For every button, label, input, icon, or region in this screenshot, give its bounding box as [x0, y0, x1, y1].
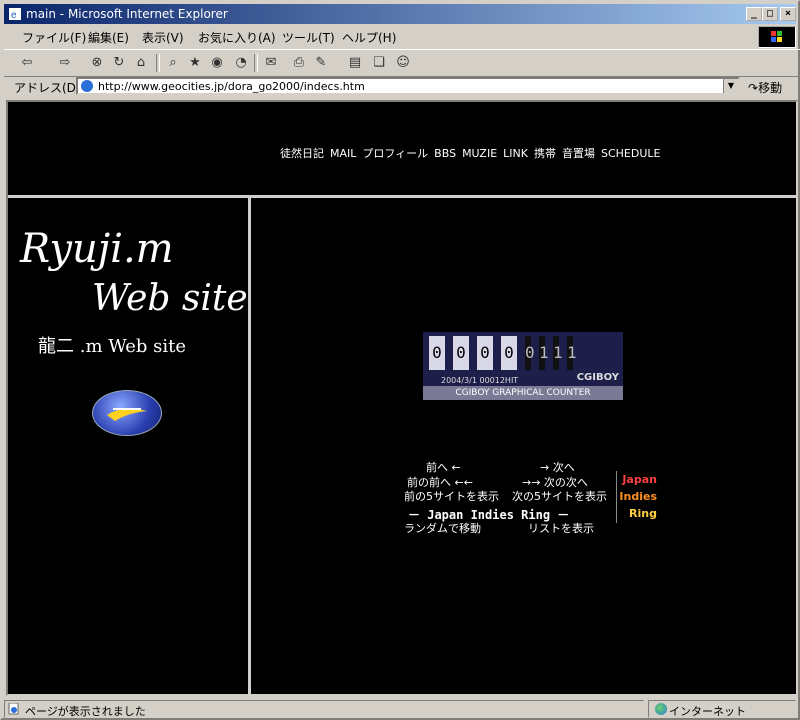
counter-digit: 1	[567, 336, 577, 370]
logo-line2: Web site	[92, 278, 246, 319]
ring-random-link[interactable]: ランダムで移動	[404, 520, 481, 536]
nav-link-muzie[interactable]: MUZIE	[462, 147, 497, 160]
browser-window: e main - Microsoft Internet Explorer _ □…	[0, 0, 800, 720]
mail-icon[interactable]: ✉	[262, 54, 280, 72]
counter-digit: 0	[477, 336, 493, 370]
nav-link-schedule[interactable]: SCHEDULE	[601, 147, 661, 160]
counter-digits: 00000111	[429, 336, 581, 370]
counter-info: 2004/3/1 00012HIT	[441, 376, 519, 385]
print-icon[interactable]: ⎙	[290, 54, 308, 72]
ring-next-link[interactable]: → 次へ	[540, 459, 575, 475]
ring-prev-link[interactable]: 前へ ←	[426, 459, 461, 475]
menu-view[interactable]: 表示(V)	[142, 29, 184, 46]
ring-badge-line: Indies	[619, 490, 657, 503]
counter-digit: 1	[539, 336, 549, 370]
nav-link-mobile[interactable]: 携帯	[534, 147, 556, 160]
address-bar: アドレス(D) http://www.geocities.jp/dora_go2…	[4, 75, 800, 99]
counter-brand: CGIBOY	[576, 372, 619, 383]
go-label: 移動	[758, 81, 783, 95]
top-nav: 徒然日記 MAIL プロフィール BBS MUZIE LINK 携帯 音置場 SCHEDULE	[280, 145, 666, 161]
maximize-button[interactable]: □	[762, 7, 778, 21]
toolbar-separator	[254, 54, 258, 72]
close-button[interactable]: ×	[780, 7, 796, 21]
status-panel: ページが表示されました	[4, 700, 644, 718]
ring-list-link[interactable]: リストを表示	[528, 520, 594, 536]
history-icon[interactable]: ◔	[232, 54, 250, 72]
ring-badge-line: Japan	[622, 473, 657, 486]
nav-link-profile[interactable]: プロフィール	[362, 147, 428, 160]
messenger-icon[interactable]: ☺	[394, 54, 412, 72]
zone-panel: インターネット	[648, 700, 796, 718]
address-label: アドレス(D)	[14, 81, 81, 95]
go-button[interactable]: ↷移動	[748, 79, 782, 96]
search-icon[interactable]: ⌕	[164, 54, 182, 72]
refresh-icon[interactable]: ↻	[110, 54, 128, 72]
toolbar-separator	[156, 54, 160, 72]
globe-icon	[655, 703, 667, 715]
menu-file[interactable]: ファイル(F)	[22, 29, 86, 46]
counter-digit: 0	[453, 336, 469, 370]
page-done-icon	[8, 703, 19, 715]
counter-digit: 0	[501, 336, 517, 370]
stop-icon[interactable]: ⊗	[88, 54, 106, 72]
nav-link-diary[interactable]: 徒然日記	[280, 147, 324, 160]
toolbar: ⇦ ⇨ ⊗ ↻ ⌂ ⌕ ★ ◉ ◔ ✉ ⎙ ✎ ▤ ❏ ☺	[4, 49, 800, 77]
top-frame: 徒然日記 MAIL プロフィール BBS MUZIE LINK 携帯 音置場 SCHEDULE	[8, 102, 796, 198]
counter-digit: 0	[429, 336, 445, 370]
menu-help[interactable]: ヘルプ(H)	[342, 29, 396, 46]
ie-icon: e	[9, 8, 21, 21]
nav-link-mail[interactable]: MAIL	[330, 147, 356, 160]
ring-prev5-link[interactable]: 前の5サイトを表示	[404, 488, 499, 504]
home-icon[interactable]: ⌂	[132, 54, 150, 72]
nav-link-bbs[interactable]: BBS	[434, 147, 456, 160]
counter-digit: 1	[553, 336, 563, 370]
back-icon[interactable]: ⇦	[18, 54, 36, 72]
favorites-icon[interactable]: ★	[186, 54, 204, 72]
right-frame	[251, 198, 796, 694]
counter-digit: 0	[525, 336, 535, 370]
windows-logo-icon	[758, 26, 796, 48]
ring-next5-link[interactable]: 次の5サイトを表示	[512, 488, 607, 504]
forward-icon[interactable]: ⇨	[56, 54, 74, 72]
menu-favorites[interactable]: お気に入り(A)	[198, 29, 276, 46]
menu-bar: ファイル(F) 編集(E) 表示(V) お気に入り(A) ツール(T) ヘルプ(…	[4, 26, 756, 48]
page-icon	[81, 80, 93, 92]
research-icon[interactable]: ❏	[370, 54, 388, 72]
nav-link-link[interactable]: LINK	[503, 147, 528, 160]
menu-edit[interactable]: 編集(E)	[88, 29, 129, 46]
address-input[interactable]: http://www.geocities.jp/dora_go2000/inde…	[76, 77, 740, 95]
ring-badge-line: Ring	[629, 507, 657, 520]
edit-icon[interactable]: ✎	[312, 54, 330, 72]
media-icon[interactable]: ◉	[208, 54, 226, 72]
address-dropdown-icon[interactable]: ▼	[723, 79, 738, 93]
minimize-button[interactable]: _	[746, 7, 762, 21]
discuss-icon[interactable]: ▤	[346, 54, 364, 72]
site-logo: Ryuji.m Web site	[19, 226, 246, 319]
address-url[interactable]: http://www.geocities.jp/dora_go2000/inde…	[98, 80, 365, 93]
menu-tools[interactable]: ツール(T)	[282, 29, 335, 46]
ring-badge[interactable]: Japan Indies Ring	[616, 471, 657, 523]
status-bar: ページが表示されました インターネット	[4, 698, 800, 720]
window-title: main - Microsoft Internet Explorer	[26, 7, 228, 21]
go-arrow-icon: ↷	[748, 81, 759, 95]
title-bar: e main - Microsoft Internet Explorer _ □…	[4, 4, 796, 24]
site-subtitle: 龍二 .m Web site	[38, 336, 187, 357]
nav-link-sounds[interactable]: 音置場	[562, 147, 595, 160]
hit-counter: 00000111 2004/3/1 00012HIT CGIBOY CGIBOY…	[423, 332, 623, 400]
svg-text:e: e	[11, 10, 17, 21]
counter-caption[interactable]: CGIBOY GRAPHICAL COUNTER	[423, 386, 623, 400]
zone-text: インターネット	[669, 705, 746, 718]
emblem-icon[interactable]	[92, 390, 162, 436]
logo-line1: Ryuji.m	[19, 226, 174, 272]
status-text: ページが表示されました	[25, 705, 146, 718]
